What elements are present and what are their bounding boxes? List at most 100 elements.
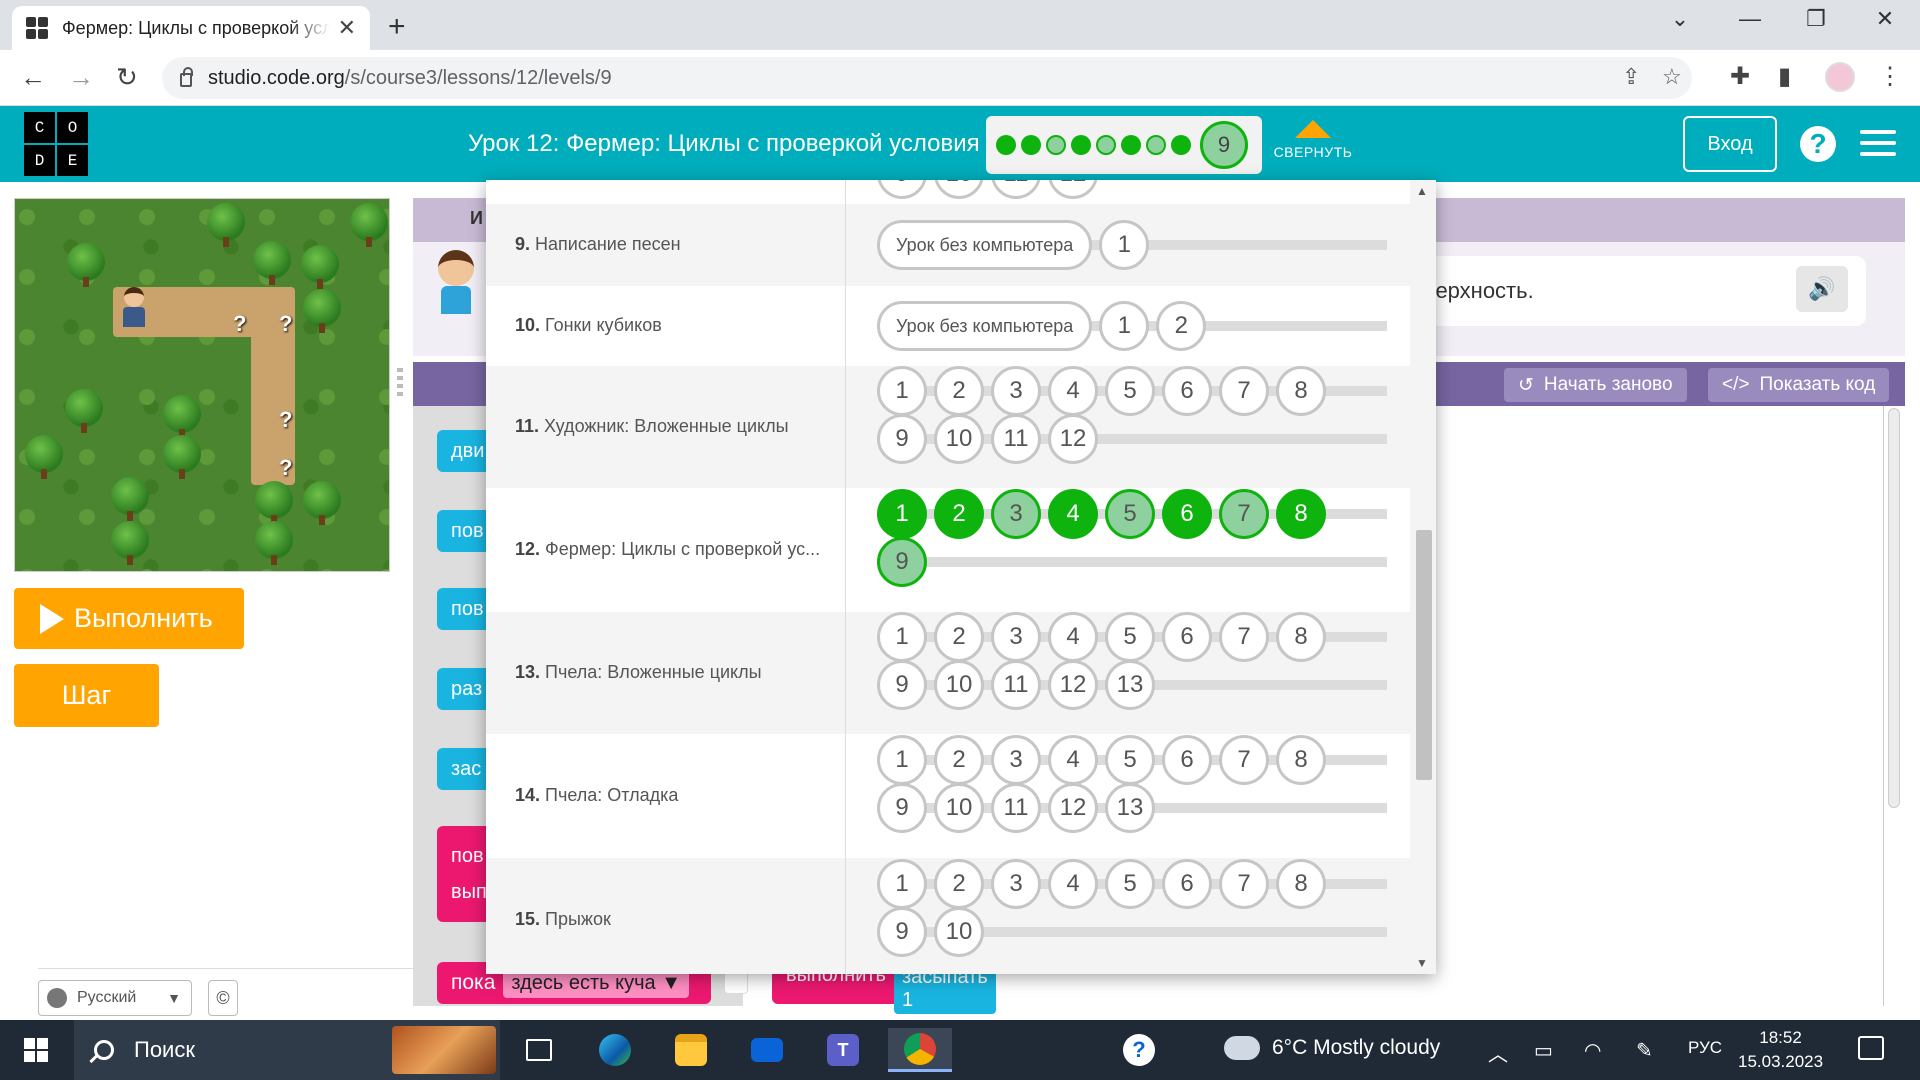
show-code-button[interactable]: </> Показать код [1708, 368, 1890, 402]
toolbox-block[interactable]: зас [437, 748, 487, 790]
level-bubble[interactable]: 7 [1219, 859, 1269, 909]
level-bubble[interactable]: 4 [1048, 489, 1098, 539]
system-clock[interactable]: 18:52 15.03.2023 [1738, 1026, 1823, 1074]
level-bubble[interactable]: 9 [877, 537, 927, 587]
level-bubble[interactable]: 5 [1105, 366, 1155, 416]
level-bubble[interactable]: 10 [934, 907, 984, 957]
lesson-name[interactable]: 13. Пчела: Вложенные циклы [515, 662, 762, 683]
level-bubble[interactable]: 3 [991, 489, 1041, 539]
level-bubble[interactable]: 8 [1276, 489, 1326, 539]
level-bubble[interactable]: 6 [1162, 859, 1212, 909]
toolbox-block[interactable]: пов вып [437, 826, 487, 922]
level-bubble[interactable]: 9 [877, 660, 927, 710]
lesson-name[interactable]: 14. Пчела: Отладка [515, 785, 678, 806]
input-language[interactable]: РУС [1688, 1038, 1722, 1058]
address-bar[interactable]: studio.code.org/s/course3/lessons/12/lev… [162, 57, 1692, 99]
level-bubble[interactable]: 5 [1105, 489, 1155, 539]
codeorg-logo[interactable]: C O D E [24, 112, 88, 176]
level-bubble[interactable]: 11 [991, 180, 1041, 199]
toolbox-block[interactable]: пов [437, 510, 487, 552]
level-bubble[interactable]: 7 [1219, 735, 1269, 785]
hamburger-menu-icon[interactable] [1860, 130, 1896, 163]
back-icon[interactable]: ← [20, 62, 46, 93]
level-bubble[interactable]: 11 [991, 414, 1041, 464]
level-bubble[interactable]: 4 [1048, 366, 1098, 416]
level-bubble[interactable]: 4 [1048, 612, 1098, 662]
level-bubble[interactable]: 10 [934, 180, 984, 199]
lesson-row[interactable]: 12. Фермер: Циклы с проверкой ус... 1 2 3 4 5… [486, 484, 1410, 612]
level-bubble[interactable]: 1 [877, 612, 927, 662]
copyright-button[interactable]: © [208, 980, 238, 1016]
level-bubble[interactable]: 2 [934, 859, 984, 909]
close-window-icon[interactable]: ✕ [1855, 6, 1915, 32]
lesson-name[interactable]: 10. Гонки кубиков [515, 315, 662, 336]
notifications-icon[interactable] [1858, 1036, 1884, 1060]
lesson-name[interactable]: 11. Художник: Вложенные циклы [515, 416, 789, 437]
unplugged-lesson-pill[interactable]: Урок без компьютера [877, 220, 1093, 270]
panel-resize-handle[interactable] [397, 368, 403, 398]
level-bubble[interactable]: 12 [1048, 414, 1098, 464]
progress-dot[interactable] [1096, 135, 1116, 155]
level-bubble[interactable]: 13 [1105, 660, 1155, 710]
pen-icon[interactable]: ✎ [1636, 1038, 1653, 1063]
level-bubble[interactable]: 12 [1048, 660, 1098, 710]
profile-avatar[interactable] [1825, 62, 1855, 92]
progress-dot[interactable] [1171, 135, 1191, 155]
mail-icon[interactable] [740, 1028, 794, 1072]
battery-icon[interactable]: ▭ [1534, 1038, 1553, 1063]
progress-dot[interactable] [1121, 135, 1141, 155]
teams-icon[interactable]: T [816, 1028, 870, 1072]
side-panel-icon[interactable]: ▮ [1778, 62, 1791, 91]
run-button[interactable]: Выполнить [14, 588, 244, 649]
text-to-speech-icon[interactable]: 🔊 [1796, 266, 1848, 312]
level-bubble[interactable]: 6 [1162, 366, 1212, 416]
lesson-row[interactable]: 13. Пчела: Вложенные циклы 1 2 3 4 5 6 7 8 9 10 11 1… [486, 607, 1410, 734]
level-bubble[interactable]: 10 [934, 783, 984, 833]
level-bubble[interactable]: 7 [1219, 612, 1269, 662]
level-bubble[interactable]: 1 [877, 859, 927, 909]
help-tips-icon[interactable]: ? [1112, 1028, 1166, 1072]
reload-icon[interactable]: ↻ [116, 62, 138, 93]
show-hidden-icons-chevron[interactable]: ︿ [1488, 1038, 1508, 1067]
level-bubble[interactable]: 4 [1048, 859, 1098, 909]
level-bubble[interactable]: 12 [1048, 180, 1098, 199]
level-bubble[interactable]: 2 [934, 366, 984, 416]
progress-dot[interactable] [1071, 135, 1091, 155]
lesson-row[interactable]: 15. Прыжок 1 2 3 4 5 6 7 8 9 10 [486, 854, 1410, 974]
level-bubble[interactable]: 7 [1219, 366, 1269, 416]
lesson-row[interactable]: 10. Гонки кубиков Урок без компьютера 1 2 [486, 286, 1410, 366]
level-bubble[interactable]: 1 [1099, 220, 1150, 270]
toolbox-block[interactable]: дви [437, 430, 487, 472]
level-bubble[interactable]: 8 [1276, 612, 1326, 662]
level-bubble[interactable]: 2 [934, 489, 984, 539]
lesson-name[interactable]: 12. Фермер: Циклы с проверкой ус... [515, 539, 820, 560]
tab-search-chevron-icon[interactable]: ⌄ [1650, 6, 1710, 32]
language-select[interactable]: Русский ▼ [38, 980, 192, 1016]
level-bubble[interactable]: 4 [1048, 735, 1098, 785]
scroll-thumb[interactable] [1416, 530, 1432, 780]
bookmark-star-icon[interactable]: ☆ [1662, 64, 1682, 90]
collapse-button[interactable]: СВЕРНУТЬ [1272, 120, 1354, 160]
level-bubble[interactable]: 8 [1276, 366, 1326, 416]
weather-widget[interactable]: 6°C Mostly cloudy [1220, 1028, 1440, 1060]
level-bubble[interactable]: 6 [1162, 612, 1212, 662]
lock-icon[interactable] [180, 67, 193, 87]
instructions-tab[interactable]: И [470, 208, 483, 229]
chrome-icon[interactable] [888, 1028, 952, 1072]
lesson-name[interactable]: 9. Написание песен [515, 234, 681, 255]
new-tab-icon[interactable]: + [388, 10, 406, 44]
level-bubble[interactable]: 5 [1105, 859, 1155, 909]
level-bubble[interactable]: 8 [1276, 735, 1326, 785]
level-bubble[interactable]: 6 [1162, 489, 1212, 539]
scroll-down-icon[interactable]: ▼ [1416, 956, 1428, 970]
extensions-icon[interactable]: ✚ [1730, 62, 1750, 91]
minimize-icon[interactable]: — [1720, 6, 1780, 32]
level-bubble[interactable]: 8 [1276, 859, 1326, 909]
level-bubble[interactable]: 5 [1105, 735, 1155, 785]
browser-tab[interactable]: Фермер: Циклы с проверкой условия ✕ [12, 6, 370, 50]
level-bubble[interactable]: 1 [877, 735, 927, 785]
level-bubble[interactable]: 3 [991, 612, 1041, 662]
close-tab-icon[interactable]: ✕ [338, 15, 356, 41]
progress-dot[interactable] [996, 135, 1016, 155]
lesson-row[interactable]: 14. Пчела: Отладка 1 2 3 4 5 6 7 8 9 10 11 12 13 [486, 730, 1410, 858]
